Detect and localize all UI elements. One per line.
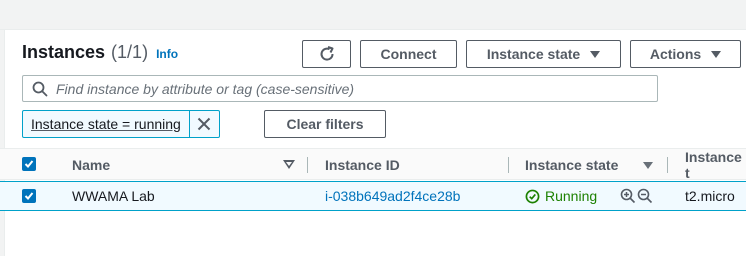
check-circle-icon (525, 189, 540, 203)
column-header-instance-type[interactable]: Instance t (685, 149, 746, 181)
column-divider (307, 157, 308, 173)
checkmark-icon (24, 160, 34, 168)
table-row[interactable]: WWAMA Lab i-038b649ad2f4ce28b Running t2… (0, 181, 746, 211)
info-link[interactable]: Info (156, 47, 178, 61)
search-input[interactable] (56, 80, 636, 97)
column-header-instance-state[interactable]: Instance state (525, 149, 618, 181)
row-checkbox[interactable] (22, 189, 36, 203)
column-divider (508, 157, 509, 173)
sort-icon[interactable] (283, 160, 295, 169)
caret-down-icon (711, 50, 722, 58)
caret-down-icon (590, 50, 601, 58)
page-header: Instances (1/1) Info (22, 42, 178, 63)
connect-button[interactable]: Connect (360, 40, 457, 68)
instance-state-label: Instance state (486, 46, 581, 62)
top-strip (0, 0, 746, 30)
zoom-controls (620, 182, 653, 210)
refresh-button[interactable] (302, 40, 351, 68)
close-icon (198, 117, 211, 131)
instance-name: WWAMA Lab (72, 188, 155, 204)
clear-filters-button[interactable]: Clear filters (264, 110, 386, 138)
column-header-name[interactable]: Name (72, 149, 110, 181)
column-header-instance-id[interactable]: Instance ID (325, 149, 400, 181)
state-label: Running (545, 188, 598, 204)
instance-state-dropdown[interactable]: Instance state (466, 40, 621, 68)
actions-label: Actions (649, 46, 702, 62)
caret-down-icon[interactable] (643, 162, 653, 169)
actions-dropdown[interactable]: Actions (630, 40, 741, 68)
instance-type: t2.micro (685, 188, 735, 204)
page-title: Instances (22, 42, 106, 62)
filter-token: Instance state = running (22, 110, 220, 138)
refresh-icon (320, 46, 334, 61)
remove-filter-button[interactable] (188, 111, 219, 137)
column-divider (667, 157, 668, 173)
filter-token-label[interactable]: Instance state = running (23, 111, 189, 137)
instance-state-status: Running (525, 182, 597, 210)
search-icon (32, 81, 48, 97)
table-header: Name Instance ID Instance state Instance… (0, 148, 746, 181)
zoom-in-icon[interactable] (620, 188, 636, 204)
select-all-checkbox[interactable] (22, 157, 36, 171)
instance-id-link[interactable]: i-038b649ad2f4ce28b (325, 182, 460, 210)
checkmark-icon (24, 192, 34, 200)
zoom-out-icon[interactable] (637, 188, 653, 204)
search-box[interactable] (22, 75, 658, 102)
instance-count: (1/1) (111, 42, 149, 62)
